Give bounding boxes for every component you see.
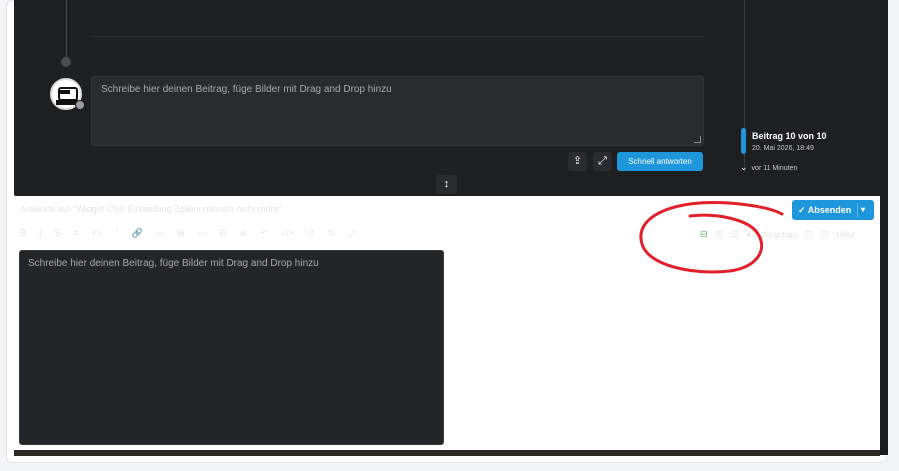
thread-connector-line <box>66 0 67 62</box>
upload-icon[interactable]: ⇪ <box>568 152 587 171</box>
draft-saved-icon: ⊟ <box>700 229 708 239</box>
submit-button[interactable]: ✓ Absenden ▾ <box>792 200 874 220</box>
table-icon[interactable]: ⊞ <box>177 228 185 240</box>
avatar-face <box>60 90 70 94</box>
help-link[interactable]: Hilfe <box>836 230 854 240</box>
submit-separator <box>857 203 858 217</box>
clear-format-icon[interactable]: ⊘ <box>240 228 248 240</box>
bold-icon[interactable]: B <box>20 228 26 240</box>
redo-left-icon[interactable]: ↺ <box>307 228 315 240</box>
right-edge-shadow <box>880 0 888 455</box>
image-icon[interactable]: ▭ <box>156 228 165 240</box>
undo-icon[interactable]: ↶ <box>260 228 268 240</box>
formatting-toolbar: B I S ≡ <> " 🔗 ▭ ⊞ ▭ ⊟ ⊘ ↶ </> ↺ ↻ ⤢ <box>20 228 355 240</box>
submit-label: ✓ Absenden <box>798 205 852 215</box>
redo-icon[interactable]: ↻ <box>328 228 336 240</box>
timeline-post-date: 20. Mai 2026, 18:49 <box>752 145 814 152</box>
timeline-ago-label: vor 11 Minuten <box>751 165 798 172</box>
pane-resize-handle[interactable]: ↕ <box>436 175 457 194</box>
thread-connector-dot <box>61 57 71 67</box>
submit-text: Absenden <box>807 205 852 215</box>
grid-icon[interactable]: ⊞ <box>716 229 724 240</box>
reply-editor[interactable]: Schreibe hier deinen Beitrag, füge Bilde… <box>19 250 444 445</box>
toolbar-right-group: ⊟ ⊞ ☰ ▸ Vorschau ⊡ ⊟ Hilfe <box>700 229 854 240</box>
strikethrough-icon[interactable]: S <box>55 228 61 240</box>
split-icon[interactable]: ⊟ <box>821 229 829 240</box>
post-divider <box>91 36 704 37</box>
divider-icon[interactable]: ⊟ <box>219 228 227 240</box>
bottom-strip <box>14 450 880 456</box>
quick-reply-placeholder: Schreibe hier deinen Beitrag, füge Bilde… <box>101 84 392 95</box>
avatar-status-badge <box>75 100 85 110</box>
code-icon[interactable]: <> <box>92 228 103 240</box>
source-icon[interactable]: </> <box>281 228 294 240</box>
play-icon[interactable]: ▸ <box>747 229 752 240</box>
layout-icon[interactable]: ⊡ <box>805 229 813 240</box>
quick-reply-editor[interactable]: Schreibe hier deinen Beitrag, füge Bilde… <box>91 76 704 146</box>
reply-title: Antworte auf "Widget CSS Einstellung Zei… <box>20 204 282 214</box>
quote-icon[interactable]: " <box>115 228 118 240</box>
fullscreen-icon[interactable]: ⤢ <box>348 228 355 240</box>
timeline-post-position: Beitrag 10 von 10 <box>752 131 827 141</box>
link-icon[interactable]: 🔗 <box>132 228 143 240</box>
list-icon[interactable]: ≡ <box>74 228 79 240</box>
quick-reply-button[interactable]: Schnell antworten <box>617 152 703 171</box>
chevron-down-icon: ⌄ <box>740 162 748 172</box>
menu-icon[interactable]: ☰ <box>731 229 739 240</box>
reply-editor-placeholder: Schreibe hier deinen Beitrag, füge Bilde… <box>28 258 319 269</box>
resize-grip-icon[interactable] <box>694 136 701 143</box>
preview-toggle[interactable]: Vorschau <box>760 230 798 240</box>
timeline-jump-down[interactable]: ⌄ vor 11 Minuten <box>740 162 797 173</box>
spoiler-icon[interactable]: ▭ <box>198 228 207 240</box>
timeline-scrubber[interactable] <box>741 128 746 154</box>
caret-down-icon[interactable]: ▾ <box>861 200 865 220</box>
italic-icon[interactable]: I <box>39 228 42 240</box>
expand-icon[interactable]: ⤢ <box>593 152 612 171</box>
